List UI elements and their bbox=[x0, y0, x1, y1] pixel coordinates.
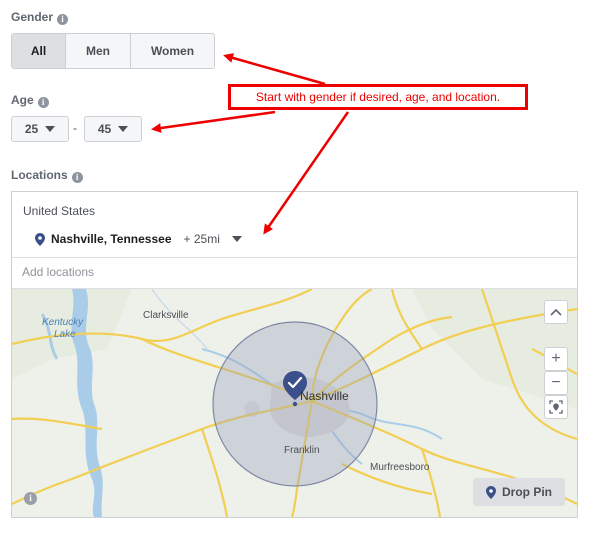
location-row[interactable]: Nashville, Tennessee + 25mi bbox=[35, 232, 242, 246]
chevron-up-icon bbox=[550, 308, 562, 316]
age-max-select[interactable]: 45 bbox=[84, 116, 142, 142]
location-divider bbox=[12, 257, 577, 258]
drop-pin-button[interactable]: Drop Pin bbox=[473, 478, 565, 506]
drop-pin-icon bbox=[486, 485, 496, 499]
gender-segmented-control: All Men Women bbox=[11, 33, 215, 69]
caret-down-icon bbox=[118, 126, 129, 132]
zoom-out-button[interactable]: − bbox=[544, 371, 568, 395]
locate-icon bbox=[549, 400, 563, 414]
age-label-text: Age bbox=[11, 93, 34, 107]
add-locations-input[interactable]: Add locations bbox=[22, 265, 94, 279]
info-icon[interactable]: i bbox=[57, 14, 69, 25]
age-separator: - bbox=[73, 121, 77, 135]
gender-option-all[interactable]: All bbox=[12, 34, 66, 68]
info-icon[interactable]: i bbox=[71, 172, 83, 183]
drop-pin-label: Drop Pin bbox=[502, 485, 552, 499]
zoom-in-button[interactable]: + bbox=[544, 347, 568, 371]
gender-option-women[interactable]: Women bbox=[131, 34, 214, 68]
age-min-value: 25 bbox=[24, 122, 39, 136]
map-label-kentucky: Kentucky bbox=[42, 317, 84, 328]
gender-label: Gender i bbox=[11, 10, 69, 25]
gender-label-text: Gender bbox=[11, 10, 54, 24]
location-radius[interactable]: + 25mi bbox=[184, 232, 220, 246]
location-city: Nashville, Tennessee bbox=[51, 232, 172, 246]
country-label: United States bbox=[23, 204, 96, 218]
map-label-clarksville: Clarksville bbox=[143, 310, 189, 321]
info-icon[interactable]: i bbox=[37, 97, 49, 108]
locations-label: Locations i bbox=[11, 168, 83, 183]
annotation-callout: Start with gender if desired, age, and l… bbox=[228, 84, 528, 110]
map-label-lake: Lake bbox=[54, 329, 76, 340]
age-max-value: 45 bbox=[97, 122, 112, 136]
location-pin-icon bbox=[35, 232, 45, 246]
map-label-nashville: Nashville bbox=[300, 389, 349, 403]
age-min-select[interactable]: 25 bbox=[11, 116, 69, 142]
locate-button[interactable] bbox=[544, 395, 568, 419]
age-label: Age i bbox=[11, 93, 49, 108]
map-label-franklin: Franklin bbox=[284, 445, 320, 456]
locations-box: United States Nashville, Tennessee + 25m… bbox=[11, 191, 578, 518]
collapse-map-button[interactable] bbox=[544, 300, 568, 324]
map-label-murfreesboro: Murfreesboro bbox=[370, 462, 430, 473]
map[interactable]: Kentucky Lake Clarksville Nashville Fran… bbox=[12, 289, 577, 517]
caret-down-icon[interactable] bbox=[231, 236, 242, 242]
locations-label-text: Locations bbox=[11, 168, 68, 182]
annotation-text: Start with gender if desired, age, and l… bbox=[255, 90, 501, 104]
caret-down-icon bbox=[45, 126, 56, 132]
map-info-icon[interactable]: i bbox=[24, 492, 37, 505]
gender-option-men[interactable]: Men bbox=[66, 34, 131, 68]
